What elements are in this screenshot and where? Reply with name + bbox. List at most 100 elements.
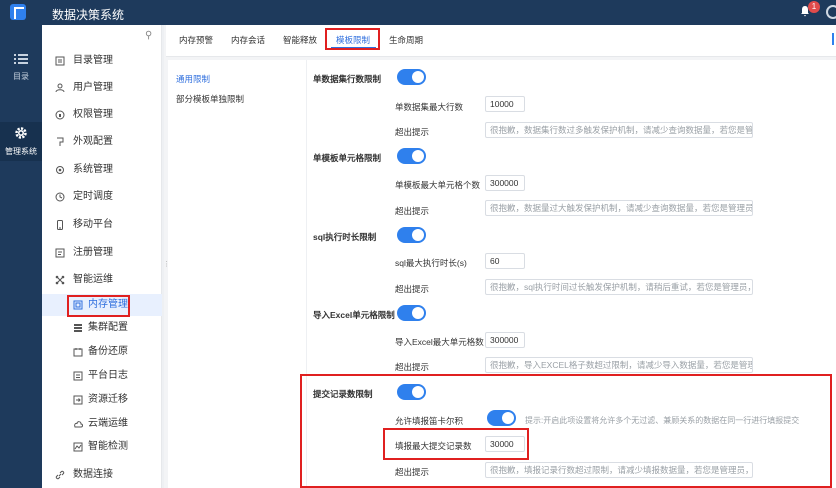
settings-panel: 单数据集行数限制 单数据集最大行数 10000 超出提示 很抱歉，数据集行数过多… [306, 60, 836, 488]
tab-memory-warning[interactable]: 内存预警 [179, 25, 213, 57]
exceed-hint-input[interactable]: 很抱歉，导入EXCEL格子数超过限制，请减少导入数据量，若您是管理... [485, 357, 753, 373]
backup-icon [73, 348, 83, 357]
clock-icon [55, 192, 65, 202]
sidebar-item-directory-management[interactable]: 目录管理 [42, 50, 162, 72]
detect-icon [73, 442, 83, 452]
sidebar-item-label: 云端运维 [88, 418, 128, 429]
sidebar-item-appearance-config[interactable]: 外观配置 [42, 131, 162, 153]
left-rail: 目录 管理系统 [0, 25, 42, 488]
sidebar-item-platform-log[interactable]: 平台日志 [42, 365, 162, 387]
rail-item-management[interactable]: 管理系统 [0, 122, 42, 161]
sidebar-item-label: 智能运维 [73, 274, 113, 285]
cartesian-hint-text: 提示:开启此项设置将允许多个无过滤、兼顾关系的数据在同一行进行填报提交 [525, 416, 800, 425]
sidebar-item-system-management[interactable]: 系统管理 [42, 159, 162, 181]
gear-icon [15, 127, 27, 139]
sidebar-item-label: 备份还原 [88, 346, 128, 357]
toggle-excel-import-cells[interactable] [397, 305, 426, 321]
user-icon [55, 83, 65, 93]
field-label-exceed-hint: 超出提示 [395, 127, 430, 137]
sidebar-item-label: 用户管理 [73, 82, 113, 93]
cloud-icon [74, 421, 83, 428]
section-title-sql-duration: sql执行时长限制 [313, 232, 377, 242]
top-right-accent [832, 33, 834, 45]
max-sql-time-input[interactable]: 60 [485, 253, 525, 269]
field-label-exceed-hint: 超出提示 [395, 206, 430, 216]
sidebar-item-data-connection[interactable]: 数据连接 [42, 464, 162, 486]
app-title: 数据决策系统 [52, 8, 125, 22]
field-label-exceed-hint: 超出提示 [395, 467, 430, 477]
max-excel-cells-input[interactable]: 300000 [485, 332, 525, 348]
tab-bar: 内存预警 内存会话 智能释放 模板限制 生命周期 [166, 25, 836, 57]
toggle-template-cells[interactable] [397, 148, 426, 164]
sidebar-item-label: 集群配置 [88, 322, 128, 333]
list-item-template-specific-limits[interactable]: 部分模板单独限制 [176, 93, 244, 105]
max-rows-input[interactable]: 10000 [485, 96, 525, 112]
tab-smart-release[interactable]: 智能释放 [283, 25, 317, 57]
notification-badge: 1 [808, 1, 820, 13]
sidebar-item-label: 内存管理 [88, 299, 128, 310]
sidebar-item-label: 目录管理 [73, 55, 113, 66]
limit-type-list: 通用限制 部分模板单独限制 [168, 60, 306, 488]
sidebar-item-scheduled-tasks[interactable]: 定时调度 [42, 186, 162, 208]
sidebar-item-backup-restore[interactable]: 备份还原 [42, 341, 162, 363]
log-icon [73, 371, 83, 381]
memory-icon [73, 300, 83, 310]
tab-lifecycle[interactable]: 生命周期 [389, 25, 423, 57]
list-item-general-limits[interactable]: 通用限制 [176, 73, 210, 85]
sidebar-item-label: 数据连接 [73, 469, 113, 480]
toggle-sql-duration[interactable] [397, 227, 426, 243]
list-icon [14, 54, 28, 64]
max-cells-input[interactable]: 300000 [485, 175, 525, 191]
mobile-icon [57, 220, 63, 230]
sidebar-item-label: 定时调度 [73, 191, 113, 202]
max-submit-records-input[interactable]: 30000 [485, 436, 525, 452]
sidebar: ⚲ 目录管理 用户管理 权限管理 外观配置 系统管理 定时调度 移动平台 注册管… [42, 25, 162, 488]
exceed-hint-input[interactable]: 很抱歉，数据集行数过多触发保护机制，请减少查询数据量，若您是管... [485, 122, 753, 138]
sidebar-item-resource-migration[interactable]: 资源迁移 [42, 389, 162, 411]
field-label-max-rows: 单数据集最大行数 [395, 102, 464, 112]
section-title-excel-import-cells: 导入Excel单元格限制 [313, 310, 395, 320]
sidebar-item-cluster-config[interactable]: 集群配置 [42, 317, 162, 339]
field-label-max-sql-time: sql最大执行时长(s) [395, 258, 467, 268]
sidebar-item-label: 系统管理 [73, 164, 113, 175]
sidebar-divider[interactable] [162, 25, 164, 488]
top-header: 数据决策系统 1 [0, 0, 836, 25]
lock-icon [55, 110, 65, 120]
toggle-allow-cartesian[interactable] [487, 410, 516, 426]
exceed-hint-input[interactable]: 很抱歉，填报记录行数超过限制，请减少填报数据量，若您是管理员，... [485, 462, 753, 478]
sidebar-item-label: 移动平台 [73, 219, 113, 230]
sidebar-item-label: 外观配置 [73, 136, 113, 147]
field-label-exceed-hint: 超出提示 [395, 284, 430, 294]
sidebar-item-permission-management[interactable]: 权限管理 [42, 104, 162, 126]
rail-item-directory[interactable]: 目录 [0, 53, 42, 82]
folder-icon [55, 56, 65, 66]
avatar[interactable] [826, 5, 836, 19]
sidebar-item-registration-management[interactable]: 注册管理 [42, 242, 162, 264]
exceed-hint-input[interactable]: 很抱歉，数据量过大触发保护机制，请减少查询数据量，若您是管理员... [485, 200, 753, 216]
rail-item-label: 目录 [13, 72, 29, 81]
exceed-hint-input[interactable]: 很抱歉，sql执行时间过长触发保护机制，请稍后重试，若您是管理员，... [485, 279, 753, 295]
migrate-icon [73, 395, 83, 405]
settings-icon [56, 166, 64, 174]
palette-icon [57, 137, 64, 146]
rail-item-label: 管理系统 [5, 147, 37, 156]
app-logo-icon [10, 4, 26, 20]
sidebar-item-memory-management[interactable]: 内存管理 [42, 294, 162, 316]
section-title-template-cells: 单模板单元格限制 [313, 153, 382, 163]
tab-template-limits[interactable]: 模板限制 [336, 25, 370, 57]
tab-memory-session[interactable]: 内存会话 [231, 25, 265, 57]
field-label-exceed-hint: 超出提示 [395, 362, 430, 372]
toggle-submit-records[interactable] [397, 384, 426, 400]
active-tab-indicator [331, 47, 376, 49]
sidebar-item-mobile-platform[interactable]: 移动平台 [42, 214, 162, 236]
sidebar-item-user-management[interactable]: 用户管理 [42, 77, 162, 99]
sidebar-item-smart-ops[interactable]: 智能运维 [42, 269, 162, 291]
sidebar-item-cloud-ops[interactable]: 云端运维 [42, 413, 162, 435]
cluster-icon [74, 324, 82, 332]
field-label-max-submit-records: 填报最大提交记录数 [395, 441, 472, 451]
toggle-dataset-rows[interactable] [397, 69, 426, 85]
sidebar-item-smart-detection[interactable]: 智能检测 [42, 436, 162, 458]
field-label-allow-cartesian: 允许填报笛卡尔积 [395, 416, 464, 426]
link-icon [55, 470, 65, 480]
pin-icon[interactable]: ⚲ [145, 31, 155, 41]
